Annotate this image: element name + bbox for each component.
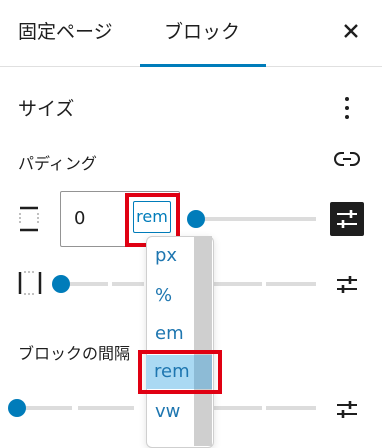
slider-marks — [18, 406, 72, 410]
unit-option-percent[interactable]: % — [155, 285, 172, 306]
padding-label: パディング — [18, 154, 97, 173]
unit-option-px[interactable]: px — [155, 245, 177, 266]
dropdown-scrollbar[interactable] — [194, 236, 212, 446]
slider-marks — [214, 282, 262, 286]
tab-block[interactable]: ブロック — [164, 0, 240, 66]
padding-value: 0 — [74, 208, 86, 229]
padding-vertical-slider-thumb[interactable] — [187, 210, 205, 228]
custom-size-toggle-active[interactable] — [330, 202, 364, 236]
slider-marks — [266, 406, 316, 410]
settings-sliders-icon[interactable] — [335, 397, 359, 421]
slider-marks — [266, 282, 316, 286]
tab-page[interactable]: 固定ページ — [18, 0, 113, 66]
kebab-menu-icon[interactable] — [342, 96, 352, 120]
side-horizontal-icon — [18, 271, 42, 295]
settings-sliders-icon[interactable] — [335, 272, 359, 296]
slider-marks — [78, 406, 134, 410]
highlight-box-rem — [138, 350, 222, 394]
link-unlink-icon[interactable] — [334, 150, 360, 168]
active-tab-indicator — [140, 64, 266, 67]
tab-bar: 固定ページ ブロック — [0, 0, 382, 67]
side-vertical-icon — [19, 206, 39, 232]
unit-option-em[interactable]: em — [155, 323, 184, 344]
padding-horizontal-slider-thumb[interactable] — [52, 275, 70, 293]
settings-sliders-icon — [337, 210, 357, 228]
unit-option-vw[interactable]: vw — [155, 401, 180, 422]
block-spacing-slider-thumb[interactable] — [8, 399, 26, 417]
padding-vertical-slider-track[interactable] — [196, 217, 316, 221]
slider-marks — [214, 406, 262, 410]
close-icon[interactable] — [338, 18, 364, 44]
block-spacing-label: ブロックの間隔 — [18, 344, 131, 363]
section-title: サイズ — [18, 98, 75, 120]
slider-marks — [112, 282, 144, 286]
